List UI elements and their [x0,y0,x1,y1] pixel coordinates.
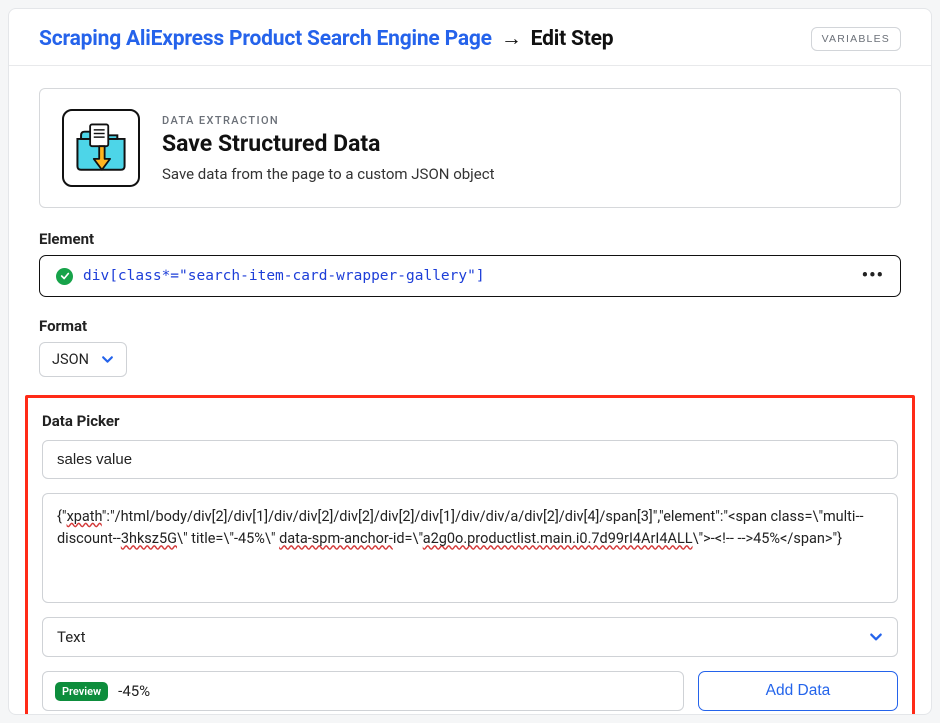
folder-download-icon [72,119,130,177]
step-title: Save Structured Data [162,130,494,157]
element-selector-text: div[class*="search-item-card-wrapper-gal… [83,268,485,284]
step-icon [62,109,140,187]
content-area: DATA EXTRACTION Save Structured Data Sav… [9,66,931,714]
step-description: Save data from the page to a custom JSON… [162,165,494,183]
element-selector-box[interactable]: div[class*="search-item-card-wrapper-gal… [39,255,901,297]
extract-type-value: Text [57,628,86,646]
chevron-down-icon [101,353,114,366]
data-json-input[interactable]: {"xpath":"/html/body/div[2]/div[1]/div/d… [42,493,898,603]
preview-badge: Preview [55,682,108,701]
step-text: DATA EXTRACTION Save Structured Data Sav… [162,114,494,183]
variables-button[interactable]: VARIABLES [811,27,901,51]
main-card: Scraping AliExpress Product Search Engin… [8,8,932,715]
element-label: Element [39,230,901,248]
format-value: JSON [52,351,89,368]
preview-row: Preview -45% Add Data [42,671,898,711]
chevron-down-icon [869,630,883,644]
add-data-button[interactable]: Add Data [698,671,898,711]
element-left: div[class*="search-item-card-wrapper-gal… [56,268,485,285]
more-icon[interactable]: ••• [862,267,884,285]
format-label: Format [39,317,901,335]
data-picker-highlight: Data Picker {"xpath":"/html/body/div[2]/… [25,395,915,714]
format-row: Format JSON [39,317,901,377]
page-header: Scraping AliExpress Product Search Engin… [9,9,931,66]
data-name-input[interactable] [42,440,898,479]
breadcrumb-arrow-icon: → [501,27,522,51]
step-category: DATA EXTRACTION [162,114,494,127]
preview-box: Preview -45% [42,671,684,711]
breadcrumb: Scraping AliExpress Product Search Engin… [39,27,613,51]
check-icon [56,268,73,285]
data-picker-label: Data Picker [42,412,898,430]
step-header-card: DATA EXTRACTION Save Structured Data Sav… [39,88,901,208]
format-select[interactable]: JSON [39,342,127,377]
extract-type-select[interactable]: Text [42,617,898,657]
breadcrumb-link[interactable]: Scraping AliExpress Product Search Engin… [39,27,492,51]
breadcrumb-current: Edit Step [531,27,614,51]
preview-value: -45% [118,682,150,700]
